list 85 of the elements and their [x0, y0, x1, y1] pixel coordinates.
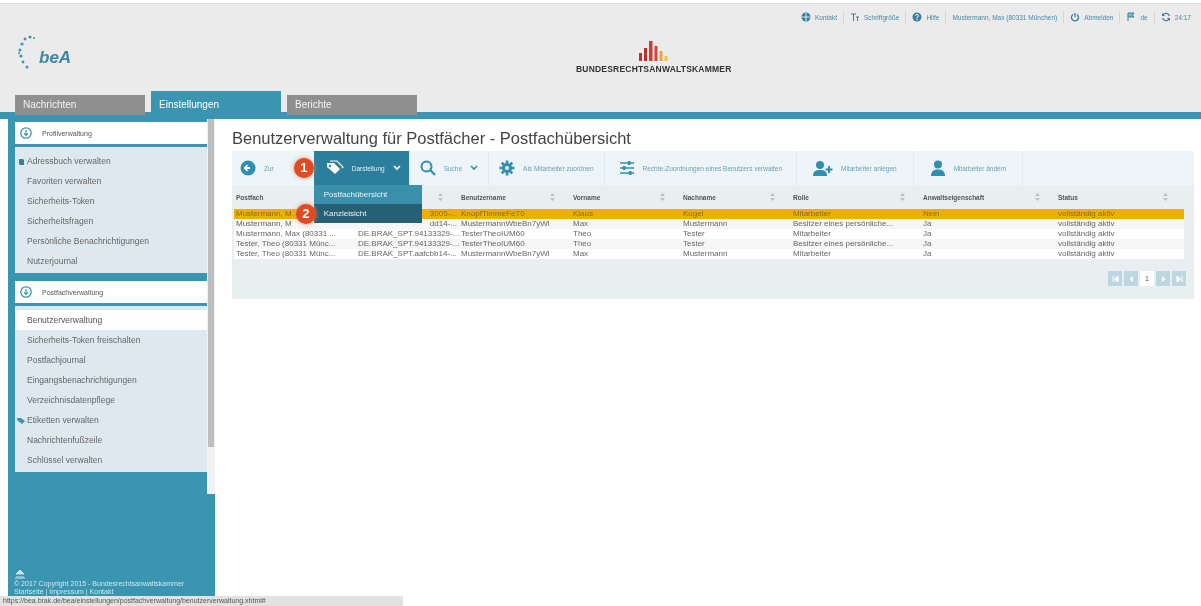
- table-cell[interactable]: Mitarbeiter: [791, 249, 921, 259]
- table-cell[interactable]: Mitarbeiter: [791, 229, 921, 239]
- pager-button[interactable]: [1124, 271, 1138, 286]
- sliders-icon: [618, 160, 635, 176]
- sidebar-item[interactable]: Nachrichtenfußzeile: [15, 430, 207, 450]
- table-cell[interactable]: Besitzer eines persönliche...: [791, 219, 921, 229]
- chevron-down-icon: [470, 165, 479, 171]
- step-badge: 1: [293, 158, 314, 178]
- refresh-icon: [1160, 12, 1171, 22]
- collapse-icon: [20, 286, 32, 298]
- pager-button[interactable]: [1156, 271, 1170, 286]
- table-cell[interactable]: vollständig aktiv: [1056, 239, 1184, 249]
- collapse-icon: [20, 127, 32, 139]
- sort-icon: [770, 193, 775, 201]
- tab[interactable]: Nachrichten: [15, 95, 145, 115]
- table-cell[interactable]: Mustermann: [681, 219, 791, 229]
- sidebar-item[interactable]: Nutzerjournal: [15, 251, 207, 271]
- sort-icon: [438, 193, 443, 201]
- help-icon: [912, 12, 923, 22]
- tab[interactable]: Berichte: [287, 95, 417, 115]
- table-cell[interactable]: Ja: [921, 229, 1056, 239]
- text-size-icon: [850, 12, 860, 22]
- globe-icon: [800, 12, 811, 22]
- scrollbar[interactable]: [207, 119, 215, 494]
- table-cell[interactable]: Ja: [921, 249, 1056, 259]
- table-cell[interactable]: Theo: [571, 239, 681, 249]
- sidebar-item[interactable]: Persönliche Benachrichtigungen: [15, 231, 207, 251]
- sidebar-item[interactable]: Benutzerverwaltung: [15, 310, 207, 330]
- table-cell[interactable]: vollständig aktiv: [1056, 229, 1184, 239]
- sort-icon: [1163, 193, 1168, 201]
- sidebar-item[interactable]: Sicherheitsfragen: [15, 211, 207, 231]
- sidebar-item[interactable]: Postfachjournal: [15, 350, 207, 370]
- search-icon: [419, 160, 436, 176]
- table-cell[interactable]: Tester, Theo (80331 Münc...: [234, 249, 356, 259]
- table-cell[interactable]: Max: [571, 249, 681, 259]
- sidebar-item[interactable]: Adressbuch verwalten: [15, 151, 207, 171]
- sidebar-item[interactable]: Etiketten verwalten: [15, 410, 207, 430]
- table-cell[interactable]: Max: [571, 219, 681, 229]
- table-cell[interactable]: Tester, Theo (80331 Münc...: [234, 239, 356, 249]
- last-page-icon: [1174, 274, 1184, 283]
- page-title: Benutzerverwaltung für Postfächer - Postfachübersicht: [232, 129, 632, 149]
- first-page-icon: [1110, 274, 1120, 283]
- tag-icon: [325, 160, 344, 176]
- sidebar-item[interactable]: Verzeichnisdatenpflege: [15, 390, 207, 410]
- gear-icon: [499, 160, 516, 176]
- table-cell[interactable]: Ja: [921, 219, 1056, 229]
- menu-item[interactable]: Kanzleisicht: [313, 204, 422, 223]
- user-icon: [929, 160, 946, 176]
- book-icon: [17, 157, 25, 165]
- table-cell[interactable]: Mustermann, Max (80331 ...: [234, 229, 356, 239]
- table-cell[interactable]: TesterTheoIUM60: [459, 239, 571, 249]
- table-cell[interactable]: Besitzer eines persönliche...: [791, 239, 921, 249]
- sort-icon: [1035, 193, 1040, 201]
- user-plus-icon: [813, 160, 833, 176]
- sidebar-item[interactable]: Eingangsbenachrichtigungen: [15, 370, 207, 390]
- table-cell[interactable]: Tester: [681, 229, 791, 239]
- sidebar-item[interactable]: Favoriten verwalten: [15, 171, 207, 191]
- bars-logo-icon: [636, 40, 671, 61]
- table-cell[interactable]: TesterTheoIUM60: [459, 229, 571, 239]
- org-name: BUNDESRECHTSANWALTSKAMMER: [576, 63, 732, 74]
- table-cell[interactable]: vollständig aktiv: [1056, 219, 1184, 229]
- table-cell[interactable]: MustermannWbeBn7yWl: [459, 249, 571, 259]
- sort-icon: [900, 193, 905, 201]
- pager-button[interactable]: [1108, 271, 1122, 286]
- table-cell[interactable]: DE.BRAK_SPT.aafcbb14-...: [356, 249, 459, 259]
- chevron-down-icon: [392, 165, 401, 171]
- table-cell[interactable]: MustermannWbeBn7yWl: [459, 219, 571, 229]
- sidebar-item[interactable]: Schlüssel verwalten: [15, 450, 207, 470]
- sidebar-item[interactable]: Sicherheits-Token freischalten: [15, 330, 207, 350]
- power-icon: [1070, 12, 1081, 22]
- flag-icon: [1126, 12, 1137, 22]
- sort-icon: [550, 193, 555, 201]
- table-cell[interactable]: Tester: [681, 239, 791, 249]
- sidebar-item[interactable]: Sicherheits-Token: [15, 191, 207, 211]
- table-cell[interactable]: Mustermann: [681, 249, 791, 259]
- table-cell[interactable]: vollständig aktiv: [1056, 249, 1184, 259]
- table-cell[interactable]: Ja: [921, 239, 1056, 249]
- table-cell[interactable]: DE.BRAK_SPT.94133329-...: [356, 229, 459, 239]
- tab[interactable]: Einstellungen: [151, 91, 281, 115]
- tag-icon: [17, 416, 25, 424]
- sort-icon: [660, 193, 665, 201]
- table-cell[interactable]: DE.BRAK_SPT.94133329-...: [356, 239, 459, 249]
- pager-button[interactable]: [1172, 271, 1186, 286]
- table-cell[interactable]: Theo: [571, 229, 681, 239]
- logo-text: beA: [39, 48, 72, 68]
